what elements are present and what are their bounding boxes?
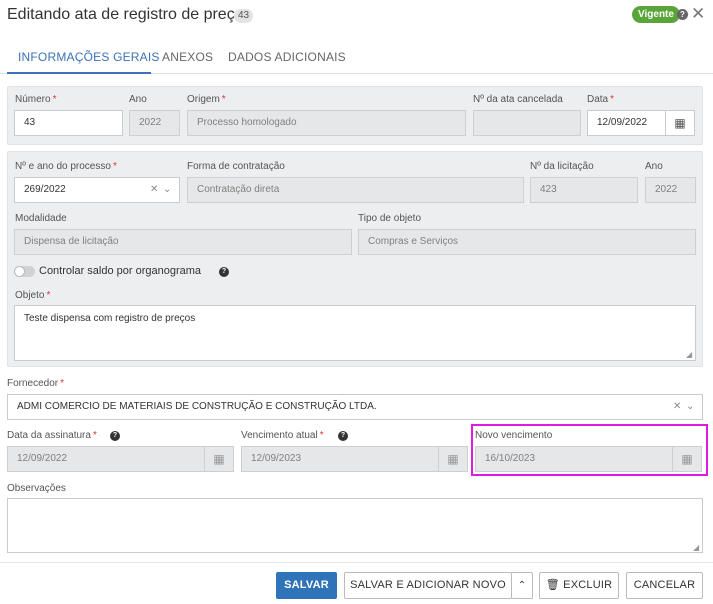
numero-input[interactable]: 43 <box>14 110 123 136</box>
tipo-label: Tipo de objeto <box>358 213 422 224</box>
save-and-add-button[interactable]: SALVAR E ADICIONAR NOVO <box>344 572 512 599</box>
question-circle-icon[interactable]: ? <box>219 267 229 277</box>
fornecedor-select[interactable]: ADMI COMERCIO DE MATERIAIS DE CONSTRUÇÃO… <box>7 394 703 420</box>
novo-vencimento-field: 16/10/2023 <box>475 446 673 472</box>
status-badge: Vigente <box>632 6 680 23</box>
record-count-badge: 43 <box>234 9 254 23</box>
tab-bar: INFORMAÇÕES GERAIS ANEXOS DADOS ADICIONA… <box>0 36 713 74</box>
ano-field: 2022 <box>129 110 180 136</box>
observacoes-textarea[interactable] <box>7 498 703 553</box>
assinatura-label: Data da assinatura * <box>7 430 97 441</box>
calendar-icon[interactable]: ▦ <box>665 110 695 136</box>
resize-handle-icon[interactable]: ◢ <box>686 350 692 359</box>
vencimento-field: 12/09/2023 <box>241 446 439 472</box>
objeto-textarea[interactable]: Teste dispensa com registro de preços <box>14 305 696 361</box>
modalidade-field: Dispensa de licitação <box>14 229 352 255</box>
ano-label: Ano <box>129 94 147 105</box>
novo-vencimento-label: Novo vencimento <box>475 430 553 441</box>
calendar-icon: ▦ <box>204 446 234 472</box>
toggle-knob <box>14 266 25 277</box>
forma-label: Forma de contratação <box>187 161 285 172</box>
active-tab-indicator <box>7 72 151 74</box>
numero-label: Número * <box>15 94 57 105</box>
objeto-label: Objeto * <box>15 290 51 301</box>
processo-label: Nº e ano do processo * <box>15 161 117 172</box>
delete-label: EXCLUIR <box>563 579 613 591</box>
resize-handle-icon[interactable]: ◢ <box>693 543 699 552</box>
data-input[interactable]: 12/09/2022 <box>587 110 666 136</box>
licitacao-field: 423 <box>530 177 638 203</box>
clear-icon[interactable]: ✕ <box>673 401 681 412</box>
ata-cancelada-label: Nº da ata cancelada <box>473 94 563 105</box>
tab-informacoes-gerais[interactable]: INFORMAÇÕES GERAIS <box>18 50 160 64</box>
calendar-icon: ▦ <box>672 446 702 472</box>
question-circle-icon[interactable]: ? <box>338 431 348 441</box>
chevron-down-icon[interactable]: ⌄ <box>163 184 171 195</box>
toggle-label: Controlar saldo por organograma <box>39 265 202 277</box>
tipo-field: Compras e Serviços <box>358 229 696 255</box>
fornecedor-label: Fornecedor * <box>7 378 65 389</box>
vencimento-label: Vencimento atual * <box>241 430 324 441</box>
data-label: Data * <box>587 94 615 105</box>
save-button[interactable]: SALVAR <box>276 572 337 599</box>
calendar-icon: ▦ <box>438 446 468 472</box>
clear-icon[interactable]: ✕ <box>150 184 158 195</box>
trash-icon: 🗑 <box>545 579 560 591</box>
cancel-button[interactable]: CANCELAR <box>626 572 703 599</box>
page-title: Editando ata de registro de preço <box>7 6 244 23</box>
modalidade-label: Modalidade <box>15 213 67 224</box>
question-circle-icon[interactable]: ? <box>110 431 120 441</box>
ano-licitacao-label: Ano <box>645 161 663 172</box>
footer-divider <box>0 562 713 563</box>
tab-dados-adicionais[interactable]: DADOS ADICIONAIS <box>228 50 346 64</box>
ano-licitacao-field: 2022 <box>645 177 696 203</box>
chevron-down-icon[interactable]: ⌄ <box>686 401 694 412</box>
question-circle-icon[interactable]: ? <box>677 9 688 20</box>
chevron-up-icon[interactable]: ⌃ <box>511 572 533 599</box>
assinatura-field: 12/09/2022 <box>7 446 205 472</box>
ata-cancelada-field <box>473 110 581 136</box>
origem-field: Processo homologado <box>187 110 466 136</box>
delete-button[interactable]: 🗑 EXCLUIR <box>539 572 619 599</box>
forma-field: Contratação direta <box>187 177 524 203</box>
observacoes-label: Observações <box>7 483 66 494</box>
close-icon[interactable]: ✕ <box>691 5 705 23</box>
licitacao-label: Nº da licitação <box>530 161 594 172</box>
origem-label: Origem * <box>187 94 226 105</box>
tab-anexos[interactable]: ANEXOS <box>162 50 213 64</box>
